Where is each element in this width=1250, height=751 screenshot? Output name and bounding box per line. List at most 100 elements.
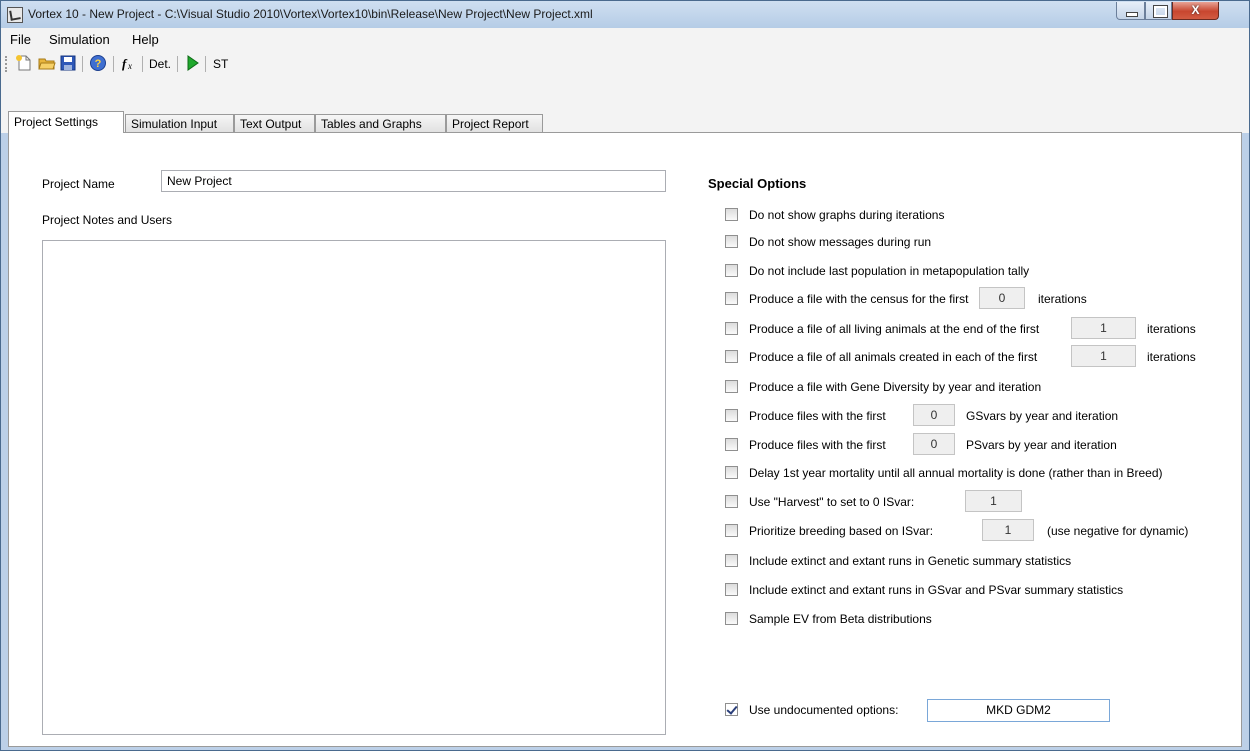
- function-icon[interactable]: f x: [120, 54, 138, 72]
- option-living-animals-file: Produce a file of all living animals at …: [725, 317, 1235, 340]
- undocumented-checkbox[interactable]: [725, 703, 738, 716]
- st-button[interactable]: ST: [213, 57, 228, 71]
- option-genetic-summary: Include extinct and extant runs in Genet…: [725, 552, 1235, 572]
- svg-text:?: ?: [95, 58, 102, 70]
- option-no-graphs: Do not show graphs during iterations: [725, 206, 1235, 226]
- toolbar-separator: [177, 56, 178, 72]
- tab-strip: Project Settings Simulation Input Text O…: [1, 77, 1249, 133]
- option-label: Sample EV from Beta distributions: [749, 612, 932, 626]
- minimize-icon: [1126, 12, 1138, 17]
- option-checkbox[interactable]: [725, 292, 738, 305]
- option-label: Include extinct and extant runs in Genet…: [749, 554, 1072, 568]
- tab-project-report[interactable]: Project Report: [446, 114, 543, 132]
- title-bar[interactable]: Vortex 10 - New Project - C:\Visual Stud…: [1, 1, 1249, 28]
- gsvars-count-input[interactable]: 0: [913, 404, 955, 426]
- option-checkbox[interactable]: [725, 466, 738, 479]
- option-suffix: GSvars by year and iteration: [966, 409, 1119, 423]
- tab-project-settings[interactable]: Project Settings: [8, 111, 124, 133]
- svg-text:x: x: [127, 61, 132, 71]
- option-suffix: iterations: [1147, 322, 1196, 336]
- open-folder-icon[interactable]: [38, 54, 56, 72]
- tab-simulation-input[interactable]: Simulation Input: [125, 114, 234, 132]
- living-animals-iterations-input[interactable]: 1: [1071, 317, 1136, 339]
- option-beta-distributions: Sample EV from Beta distributions: [725, 610, 1235, 630]
- option-checkbox[interactable]: [725, 583, 738, 596]
- option-checkbox[interactable]: [725, 554, 738, 567]
- toolbar-separator: [142, 56, 143, 72]
- option-census-file: Produce a file with the census for the f…: [725, 287, 1235, 310]
- option-label: Produce a file with the census for the f…: [749, 292, 969, 306]
- toolbar-grip[interactable]: [5, 56, 9, 72]
- option-checkbox[interactable]: [725, 438, 738, 451]
- menu-simulation[interactable]: Simulation: [49, 32, 110, 47]
- option-no-messages: Do not show messages during run: [725, 233, 1235, 253]
- breeding-isvar-input[interactable]: 1: [982, 519, 1034, 541]
- option-checkbox[interactable]: [725, 380, 738, 393]
- option-label: Produce a file of all living animals at …: [749, 322, 1040, 336]
- option-checkbox[interactable]: [725, 322, 738, 335]
- tab-tables-and-graphs[interactable]: Tables and Graphs: [315, 114, 446, 132]
- option-label: Delay 1st year mortality until all annua…: [749, 466, 1163, 480]
- menu-help[interactable]: Help: [132, 32, 159, 47]
- option-gsvar-psvar-summary: Include extinct and extant runs in GSvar…: [725, 581, 1235, 601]
- menu-bar: File Simulation Help: [1, 28, 1249, 50]
- app-icon: [7, 7, 23, 23]
- option-label: Do not show graphs during iterations: [749, 208, 945, 222]
- option-checkbox[interactable]: [725, 264, 738, 277]
- maximize-icon: [1153, 5, 1168, 18]
- census-iterations-input[interactable]: 0: [979, 287, 1025, 309]
- window-title: Vortex 10 - New Project - C:\Visual Stud…: [28, 7, 593, 21]
- special-options-title: Special Options: [708, 176, 807, 191]
- option-checkbox[interactable]: [725, 350, 738, 363]
- option-psvars-files: Produce files with the first 0 PSvars by…: [725, 433, 1235, 456]
- option-checkbox[interactable]: [725, 612, 738, 625]
- option-label: Include extinct and extant runs in GSvar…: [749, 583, 1124, 597]
- maximize-button[interactable]: [1145, 2, 1172, 20]
- option-checkbox[interactable]: [725, 409, 738, 422]
- toolbar-separator: [113, 56, 114, 72]
- toolbar-separator: [82, 56, 83, 72]
- option-exclude-last-population: Do not include last population in metapo…: [725, 262, 1235, 282]
- option-label: Produce a file with Gene Diversity by ye…: [749, 380, 1042, 394]
- new-file-icon[interactable]: [15, 54, 33, 72]
- option-label: Do not include last population in metapo…: [749, 264, 1030, 278]
- deterministic-button[interactable]: Det.: [149, 57, 171, 71]
- close-icon: X: [1191, 3, 1200, 17]
- option-gene-diversity-file: Produce a file with Gene Diversity by ye…: [725, 378, 1235, 398]
- option-suffix: (use negative for dynamic): [1047, 524, 1189, 538]
- undocumented-options-input[interactable]: MKD GDM2: [927, 699, 1110, 722]
- option-label: Produce files with the first: [749, 438, 886, 452]
- tab-text-output[interactable]: Text Output: [234, 114, 315, 132]
- option-label: Do not show messages during run: [749, 235, 932, 249]
- option-label: Use undocumented options:: [749, 703, 899, 717]
- option-checkbox[interactable]: [725, 208, 738, 221]
- close-button[interactable]: X: [1172, 2, 1219, 20]
- help-icon[interactable]: ?: [89, 54, 107, 72]
- toolbar: ? f x Det. ST: [1, 50, 1249, 77]
- minimize-button[interactable]: [1116, 2, 1145, 20]
- option-checkbox[interactable]: [725, 495, 738, 508]
- created-animals-iterations-input[interactable]: 1: [1071, 345, 1136, 367]
- option-checkbox[interactable]: [725, 524, 738, 537]
- option-checkbox[interactable]: [725, 235, 738, 248]
- option-prioritize-breeding: Prioritize breeding based on ISvar: 1 (u…: [725, 519, 1235, 542]
- psvars-count-input[interactable]: 0: [913, 433, 955, 455]
- app-window: Vortex 10 - New Project - C:\Visual Stud…: [0, 0, 1250, 751]
- option-gsvars-files: Produce files with the first 0 GSvars by…: [725, 404, 1235, 427]
- project-name-input[interactable]: New Project: [161, 170, 666, 192]
- option-label: Produce a file of all animals created in…: [749, 350, 1038, 364]
- harvest-isvar-input[interactable]: 1: [965, 490, 1022, 512]
- option-harvest-isvar: Use "Harvest" to set to 0 ISvar: 1: [725, 490, 1235, 513]
- project-name-label: Project Name: [42, 177, 115, 191]
- project-notes-label: Project Notes and Users: [42, 213, 173, 227]
- option-created-animals-file: Produce a file of all animals created in…: [725, 345, 1235, 368]
- menu-file[interactable]: File: [10, 32, 31, 47]
- option-suffix: iterations: [1038, 292, 1087, 306]
- project-notes-textarea[interactable]: [42, 240, 666, 735]
- option-label: Produce files with the first: [749, 409, 886, 423]
- save-icon[interactable]: [59, 54, 77, 72]
- option-suffix: iterations: [1147, 350, 1196, 364]
- option-delay-mortality: Delay 1st year mortality until all annua…: [725, 464, 1235, 484]
- run-icon[interactable]: [184, 54, 202, 72]
- option-label: Use "Harvest" to set to 0 ISvar:: [749, 495, 915, 509]
